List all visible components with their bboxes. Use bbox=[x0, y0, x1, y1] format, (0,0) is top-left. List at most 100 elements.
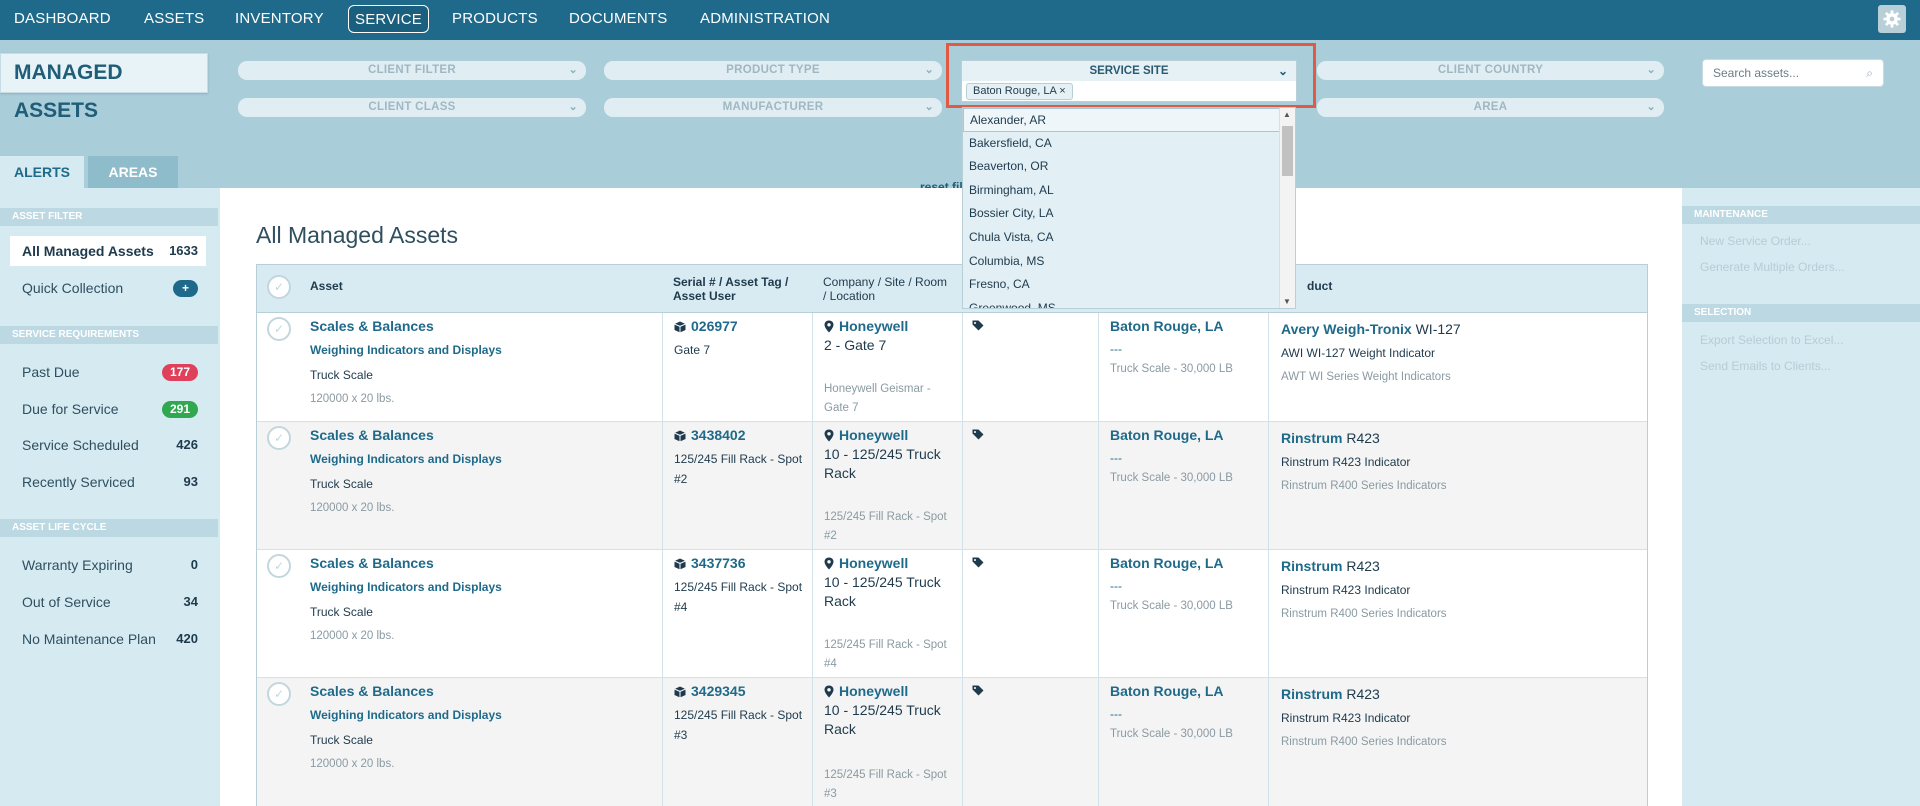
column-header-company[interactable]: Company / Site / Room / Location bbox=[823, 275, 947, 303]
tag-icon[interactable] bbox=[972, 685, 984, 696]
send-emails-link[interactable]: Send Emails to Clients... bbox=[1700, 359, 1831, 373]
scroll-down-icon[interactable]: ▼ bbox=[1283, 297, 1291, 306]
serial-number-link[interactable]: 026977 bbox=[691, 318, 738, 334]
asset-name-link[interactable]: Scales & Balances bbox=[310, 555, 434, 571]
sidebar-item-quick-collection[interactable]: Quick Collection + bbox=[10, 273, 206, 303]
nav-service[interactable]: SERVICE bbox=[348, 5, 429, 33]
serial-number-link[interactable]: 3437736 bbox=[691, 555, 746, 571]
tab-alerts[interactable]: ALERTS bbox=[0, 156, 84, 188]
section-header: SELECTION bbox=[1682, 304, 1920, 322]
site-option[interactable]: Fresno, CA bbox=[963, 273, 1295, 297]
sidebar-item-due-for-service[interactable]: Due for Service 291 bbox=[10, 394, 206, 424]
scrollbar-thumb[interactable] bbox=[1282, 126, 1293, 176]
site-option[interactable]: Beaverton, OR bbox=[963, 155, 1295, 179]
asset-category[interactable]: Weighing Indicators and Displays bbox=[310, 452, 502, 466]
area-dropdown[interactable]: AREA ⌄ bbox=[1317, 98, 1664, 117]
company-link[interactable]: Honeywell bbox=[839, 318, 908, 334]
tag-icon[interactable] bbox=[972, 557, 984, 568]
row-select-checkbox[interactable]: ✓ bbox=[267, 554, 291, 578]
sidebar-item-service-scheduled[interactable]: Service Scheduled 426 bbox=[10, 430, 206, 460]
row-select-checkbox[interactable]: ✓ bbox=[267, 682, 291, 706]
row-select-checkbox[interactable]: ✓ bbox=[267, 426, 291, 450]
table-row[interactable]: ✓ Scales & Balances Weighing Indicators … bbox=[257, 422, 1647, 550]
site-option[interactable]: Birmingham, AL bbox=[963, 179, 1295, 203]
room-name: 10 - 125/245 Truck bbox=[824, 702, 941, 718]
nav-administration[interactable]: ADMINISTRATION bbox=[694, 5, 836, 33]
client-filter-dropdown[interactable]: CLIENT FILTER ⌄ bbox=[238, 61, 586, 80]
sidebar-item-recently-serviced[interactable]: Recently Serviced 93 bbox=[10, 467, 206, 497]
select-all-checkbox[interactable]: ✓ bbox=[267, 275, 291, 299]
service-site-options[interactable]: Alexander, AR Bakersfield, CA Beaverton,… bbox=[962, 107, 1296, 309]
nav-products[interactable]: PRODUCTS bbox=[446, 5, 544, 33]
table-row[interactable]: ✓ Scales & Balances Weighing Indicators … bbox=[257, 550, 1647, 678]
product-type-dropdown[interactable]: PRODUCT TYPE ⌄ bbox=[604, 61, 942, 80]
generate-multiple-orders-link[interactable]: Generate Multiple Orders... bbox=[1700, 260, 1845, 274]
asset-capacity: 120000 x 20 lbs. bbox=[310, 758, 395, 770]
company-link[interactable]: Honeywell bbox=[839, 555, 908, 571]
nav-assets[interactable]: ASSETS bbox=[138, 5, 210, 33]
tag-icon[interactable] bbox=[972, 429, 984, 440]
product-brand-link[interactable]: Avery Weigh-Tronix bbox=[1281, 321, 1412, 337]
asset-name-link[interactable]: Scales & Balances bbox=[310, 427, 434, 443]
site-option[interactable]: Columbia, MS bbox=[963, 250, 1295, 274]
serial-number-link[interactable]: 3429345 bbox=[691, 683, 746, 699]
product-brand-link[interactable]: Rinstrum bbox=[1281, 430, 1342, 446]
top-navigation: DASHBOARD ASSETS INVENTORY SERVICE PRODU… bbox=[0, 0, 1920, 40]
client-class-dropdown[interactable]: CLIENT CLASS ⌄ bbox=[238, 98, 586, 117]
site-option[interactable]: Chula Vista, CA bbox=[963, 226, 1295, 250]
company-link[interactable]: Honeywell bbox=[839, 683, 908, 699]
manufacturer-dropdown[interactable]: MANUFACTURER ⌄ bbox=[604, 98, 942, 117]
asset-category[interactable]: Weighing Indicators and Displays bbox=[310, 580, 502, 594]
sidebar-item-out-of-service[interactable]: Out of Service 34 bbox=[10, 587, 206, 617]
box-icon bbox=[674, 686, 686, 698]
dropdown-scrollbar[interactable]: ▲ ▼ bbox=[1279, 108, 1295, 308]
settings-button[interactable] bbox=[1878, 5, 1906, 33]
service-site-link[interactable]: Baton Rouge, LA bbox=[1110, 555, 1224, 571]
nav-dashboard[interactable]: DASHBOARD bbox=[8, 5, 117, 33]
add-badge[interactable]: + bbox=[172, 280, 198, 297]
search-input[interactable]: Search assets... ⌕ bbox=[1702, 59, 1884, 87]
scroll-up-icon[interactable]: ▲ bbox=[1283, 110, 1291, 119]
site-option[interactable]: Bakersfield, CA bbox=[963, 132, 1295, 156]
client-country-dropdown[interactable]: CLIENT COUNTRY ⌄ bbox=[1317, 61, 1664, 80]
product-model: R423 bbox=[1346, 430, 1380, 446]
company-link[interactable]: Honeywell bbox=[839, 427, 908, 443]
box-icon bbox=[674, 321, 686, 333]
chevron-down-icon: ⌄ bbox=[1646, 101, 1656, 113]
table-row[interactable]: ✓ Scales & Balances Weighing Indicators … bbox=[257, 313, 1647, 422]
map-pin-icon bbox=[824, 429, 834, 442]
column-header-asset[interactable]: Asset bbox=[310, 279, 343, 293]
asset-name-link[interactable]: Scales & Balances bbox=[310, 683, 434, 699]
nav-inventory[interactable]: INVENTORY bbox=[229, 5, 330, 33]
table-row[interactable]: ✓ Scales & Balances Weighing Indicators … bbox=[257, 678, 1647, 806]
product-brand-link[interactable]: Rinstrum bbox=[1281, 686, 1342, 702]
site-option[interactable]: Bossier City, LA bbox=[963, 202, 1295, 226]
site-description: Truck Scale - 30,000 LB bbox=[1110, 472, 1233, 484]
service-site-link[interactable]: Baton Rouge, LA bbox=[1110, 683, 1224, 699]
sidebar-item-all-managed-assets[interactable]: All Managed Assets 1633 bbox=[10, 236, 206, 266]
service-site-link[interactable]: Baton Rouge, LA bbox=[1110, 318, 1224, 334]
new-service-order-link[interactable]: New Service Order... bbox=[1700, 234, 1811, 248]
client-class-label: CLIENT CLASS bbox=[368, 101, 456, 113]
sidebar-item-past-due[interactable]: Past Due 177 bbox=[10, 357, 206, 387]
column-header-serial[interactable]: Serial # / Asset Tag / Asset User bbox=[673, 275, 788, 303]
asset-tag: #2 bbox=[674, 472, 688, 486]
product-brand-link[interactable]: Rinstrum bbox=[1281, 558, 1342, 574]
asset-name-link[interactable]: Scales & Balances bbox=[310, 318, 434, 334]
service-site-link[interactable]: Baton Rouge, LA bbox=[1110, 427, 1224, 443]
tag-icon[interactable] bbox=[972, 320, 984, 331]
tab-areas[interactable]: AREAS bbox=[88, 156, 178, 188]
sidebar-item-warranty-expiring[interactable]: Warranty Expiring 0 bbox=[10, 550, 206, 580]
serial-number-link[interactable]: 3438402 bbox=[691, 427, 746, 443]
asset-category[interactable]: Weighing Indicators and Displays bbox=[310, 708, 502, 722]
column-header-product[interactable]: duct bbox=[1307, 279, 1332, 293]
product-name: Rinstrum R423 Indicator bbox=[1281, 455, 1411, 469]
site-option[interactable]: Alexander, AR bbox=[963, 108, 1295, 132]
asset-category[interactable]: Weighing Indicators and Displays bbox=[310, 343, 502, 357]
site-option[interactable]: Greenwood, MS bbox=[963, 297, 1295, 308]
nav-documents[interactable]: DOCUMENTS bbox=[563, 5, 673, 33]
asset-type: Truck Scale bbox=[310, 605, 373, 619]
sidebar-item-no-maintenance-plan[interactable]: No Maintenance Plan 420 bbox=[10, 624, 206, 654]
export-excel-link[interactable]: Export Selection to Excel... bbox=[1700, 333, 1843, 347]
row-select-checkbox[interactable]: ✓ bbox=[267, 317, 291, 341]
